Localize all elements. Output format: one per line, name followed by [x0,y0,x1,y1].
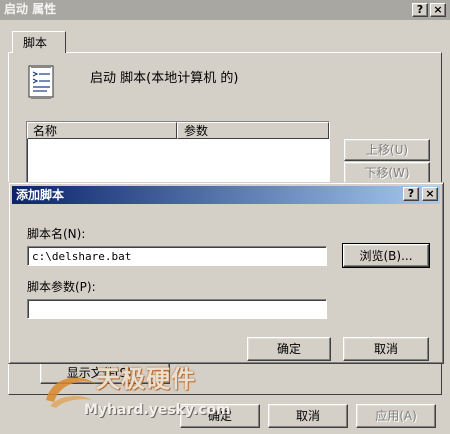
apply-button[interactable]: 应用(A) [356,404,436,428]
watermark-text: 天极硬件 [96,365,196,393]
column-name-label: 名称 [33,124,58,138]
script-name-input[interactable]: c:\delshare.bat [27,246,327,266]
add-script-title: 添加脚本 [16,188,65,202]
close-icon: × [433,3,443,16]
script-name-value: c:\delshare.bat [32,250,132,263]
move-up-button[interactable]: 上移(U) [344,139,430,161]
properties-title: 启动 属性 [4,2,57,16]
help-icon: ? [407,187,415,200]
dialog-ok-button[interactable]: 确定 [247,337,331,361]
move-down-label: 下移(W) [364,166,410,180]
dialog-close-button[interactable]: × [422,187,438,201]
cancel-button[interactable]: 取消 [268,404,348,428]
add-script-title-bar[interactable]: 添加脚本 ? × [12,186,440,204]
dialog-ok-label: 确定 [276,342,301,356]
column-header-params[interactable]: 参数 [177,122,329,139]
close-icon: × [425,187,435,200]
script-params-label: 脚本参数(P): [27,280,96,294]
column-header-name[interactable]: 名称 [27,122,177,139]
script-name-label: 脚本名(N): [27,227,86,241]
add-script-dialog: 添加脚本 ? × 脚本名(N): c:\delshare.bat 浏览(B)..… [8,182,444,364]
cancel-label: 取消 [295,409,320,423]
dialog-help-button[interactable]: ? [403,187,419,201]
help-button[interactable]: ? [412,3,428,17]
apply-label: 应用(A) [375,409,417,423]
column-params-label: 参数 [184,124,209,138]
close-button[interactable]: × [430,3,446,17]
dialog-cancel-label: 取消 [373,342,398,356]
tab-scripts-label: 脚本 [23,36,48,50]
script-params-input[interactable] [27,299,327,319]
watermark-url: Myhard.yesky.com [84,402,231,418]
browse-label: 浏览(B)... [359,249,413,263]
properties-title-bar[interactable]: 启动 属性 ? × [0,0,450,20]
browse-button[interactable]: 浏览(B)... [342,243,430,268]
script-icon [28,65,54,99]
move-down-button[interactable]: 下移(W) [344,162,430,184]
tab-scripts[interactable]: 脚本 [12,31,66,53]
help-icon: ? [416,3,424,16]
dialog-cancel-button[interactable]: 取消 [343,337,429,361]
scripts-header-text: 启动 脚本(本地计算机 的) [90,71,239,86]
move-up-label: 上移(U) [365,143,409,157]
